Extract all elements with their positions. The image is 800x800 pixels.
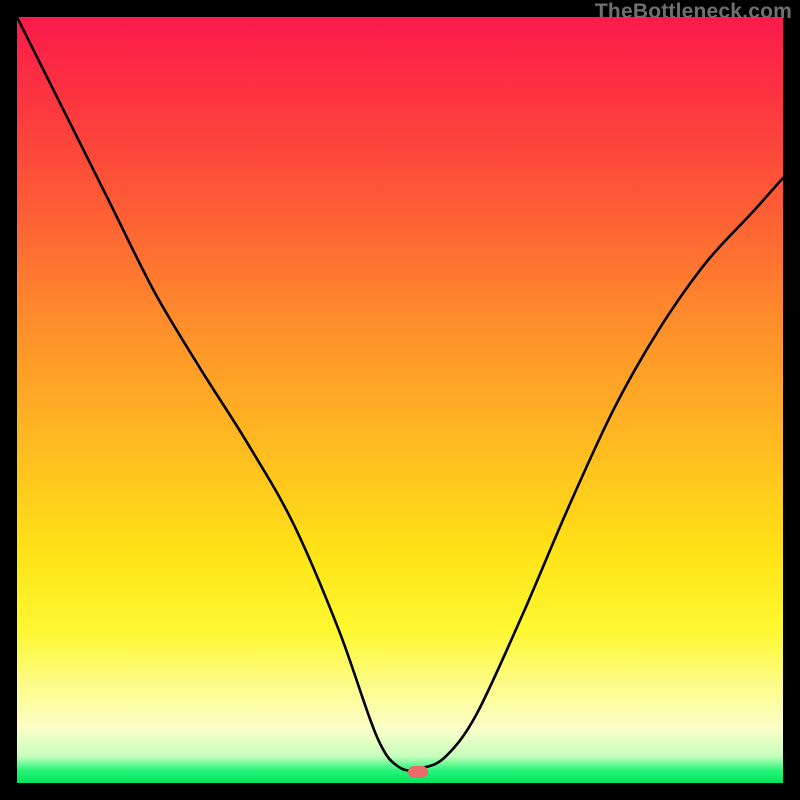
chart-stage: TheBottleneck.com	[0, 0, 800, 800]
watermark-text: TheBottleneck.com	[595, 0, 792, 24]
bottleneck-curve	[17, 17, 783, 783]
optimal-point-marker	[408, 766, 428, 778]
plot-area	[17, 17, 783, 783]
bottleneck-curve-path	[17, 17, 783, 770]
